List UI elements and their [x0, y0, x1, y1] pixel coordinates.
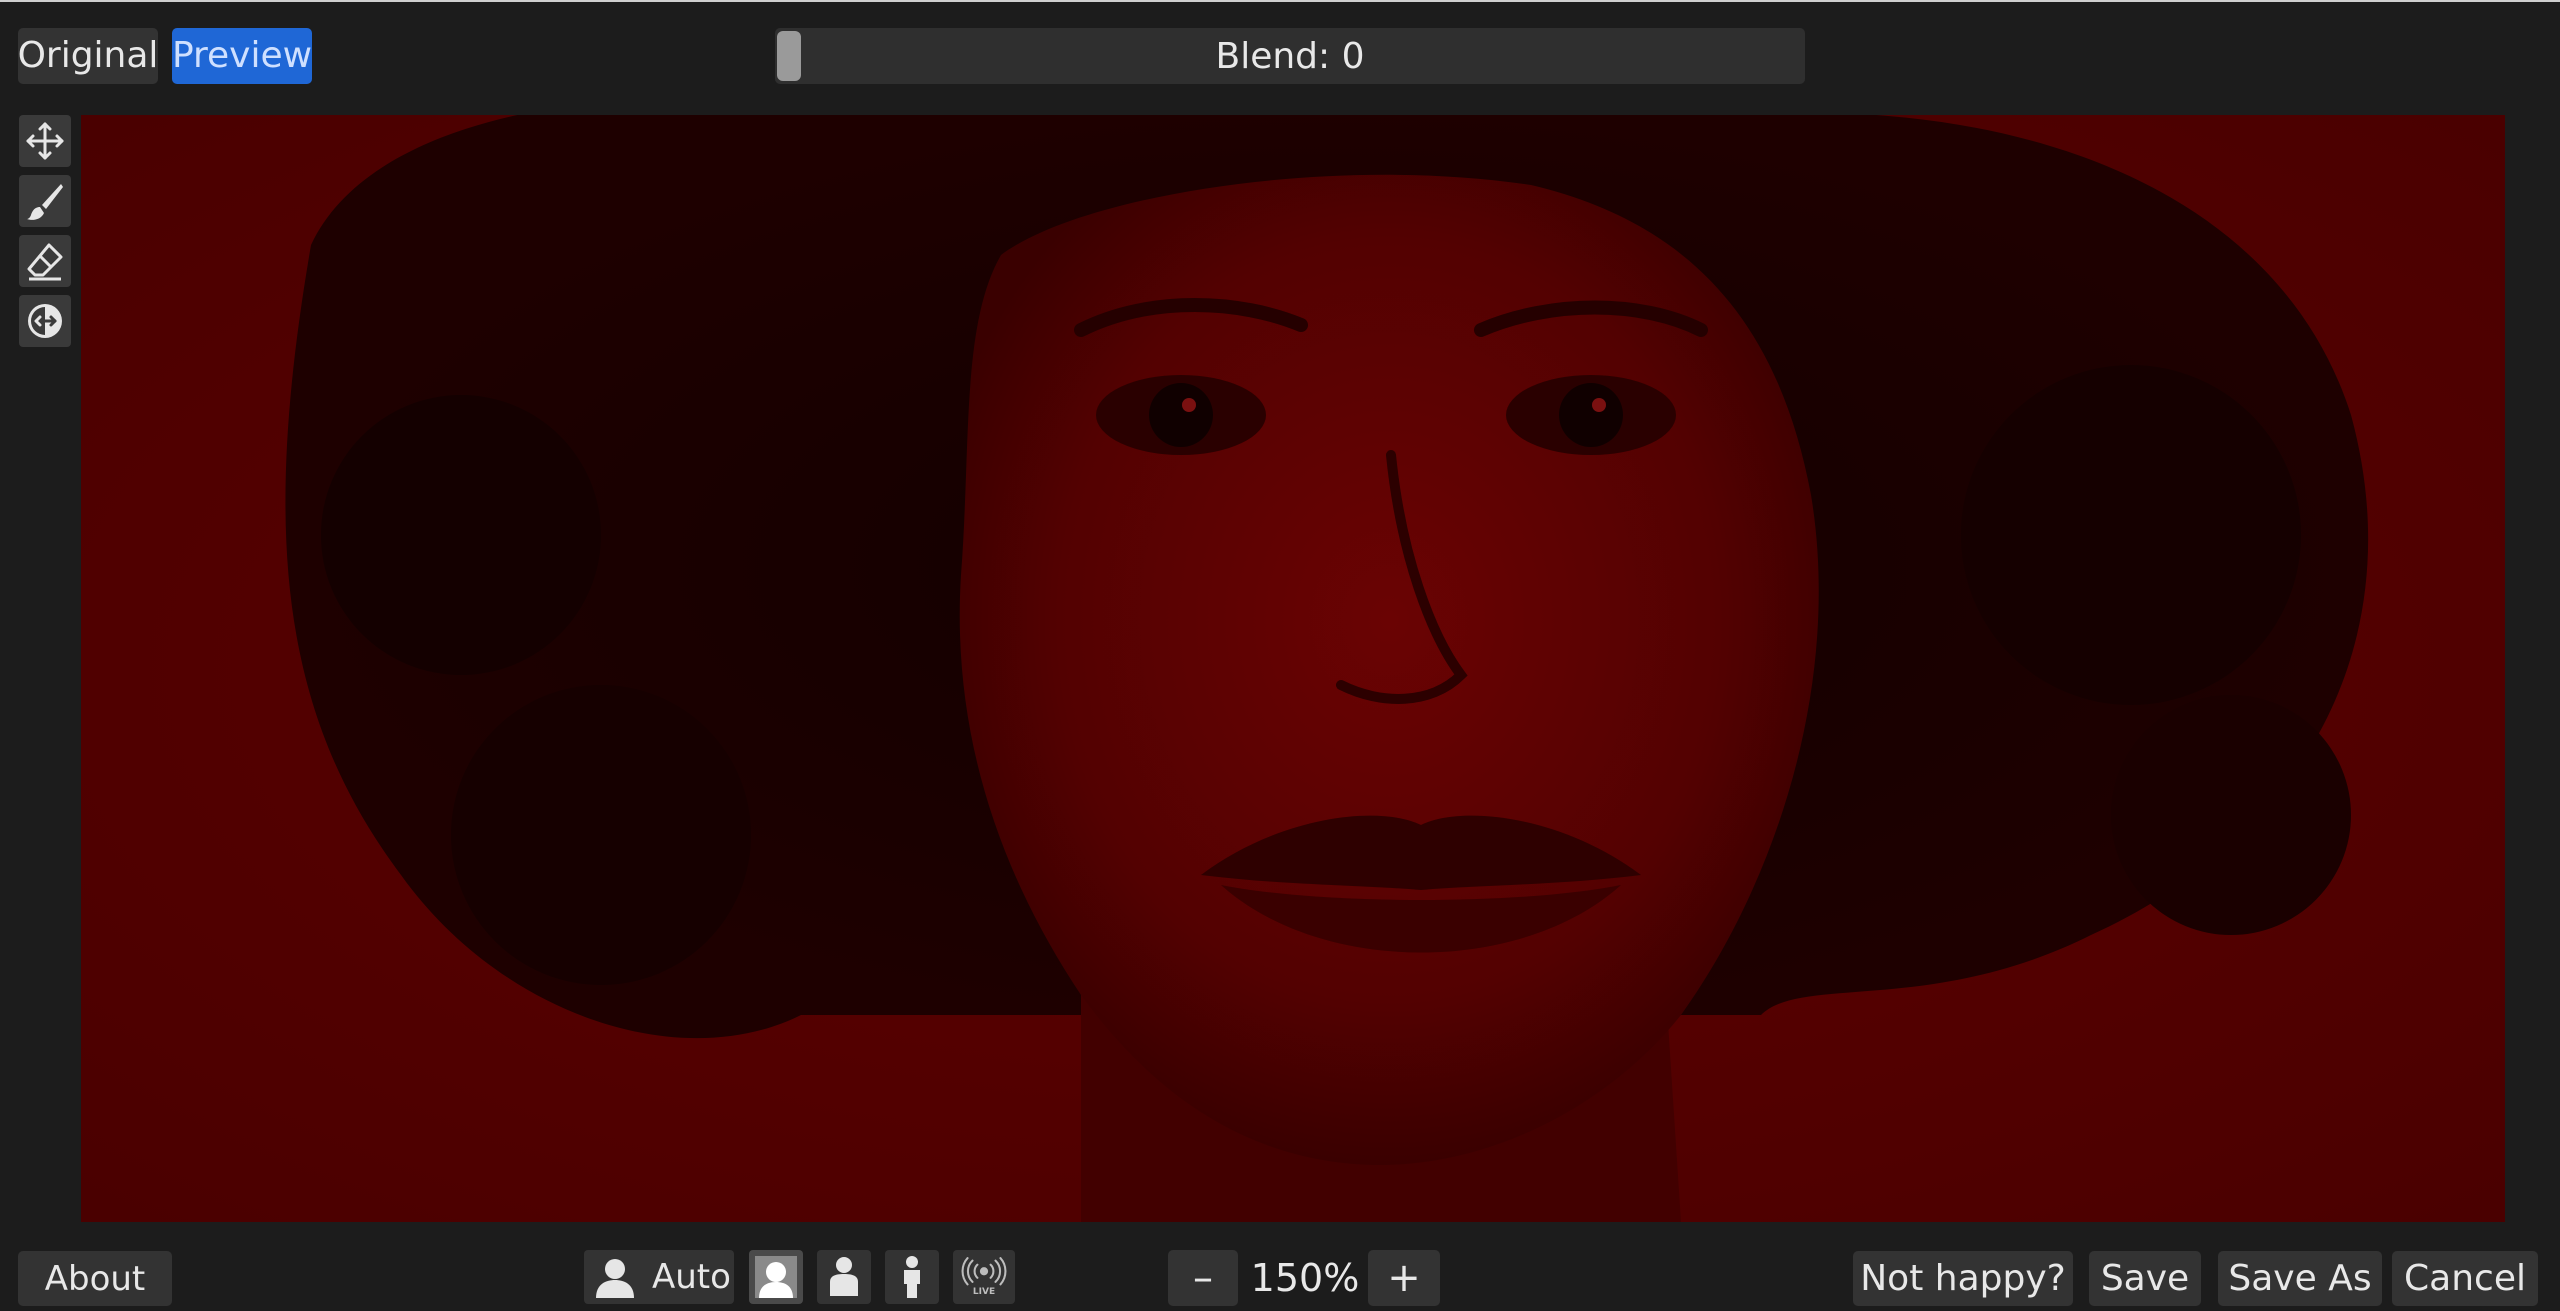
preview-view-button[interactable]: Preview — [172, 28, 312, 84]
move-tool-button[interactable] — [19, 115, 71, 167]
reset-circle-icon — [28, 304, 62, 338]
auto-detect-button[interactable]: Auto — [584, 1250, 734, 1304]
face-portrait-icon — [755, 1256, 797, 1298]
blend-slider[interactable]: Blend: 0 — [775, 28, 1805, 84]
cancel-button[interactable]: Cancel — [2392, 1251, 2538, 1306]
brush-tool-button[interactable] — [19, 175, 71, 227]
bust-mode-button[interactable] — [817, 1250, 871, 1304]
image-canvas[interactable] — [81, 115, 2505, 1222]
live-label: LIVE — [973, 1287, 995, 1297]
save-as-button[interactable]: Save As — [2218, 1251, 2382, 1306]
eraser-icon — [27, 243, 63, 281]
auto-detect-label: Auto — [652, 1257, 731, 1297]
person-icon — [596, 1259, 634, 1298]
zoom-level: 150% — [1250, 1256, 1360, 1300]
blend-label: Blend: 0 — [1215, 35, 1365, 77]
move-arrows-icon — [26, 122, 64, 160]
reset-tool-button[interactable] — [19, 295, 71, 347]
full-body-icon — [904, 1256, 920, 1298]
original-view-button[interactable]: Original — [18, 28, 158, 84]
live-broadcast-icon: LIVE — [961, 1257, 1007, 1297]
zoom-out-button[interactable]: – — [1168, 1250, 1238, 1306]
face-mode-button[interactable] — [749, 1250, 803, 1304]
eraser-tool-button[interactable] — [19, 235, 71, 287]
bust-icon — [830, 1257, 858, 1296]
about-button[interactable]: About — [18, 1251, 172, 1306]
portrait-photo — [81, 115, 2505, 1222]
live-mode-button[interactable]: LIVE — [953, 1250, 1015, 1304]
brush-icon — [27, 184, 63, 220]
zoom-in-button[interactable]: + — [1368, 1250, 1440, 1306]
save-button[interactable]: Save — [2089, 1251, 2201, 1306]
not-happy-button[interactable]: Not happy? — [1853, 1251, 2073, 1306]
full-body-mode-button[interactable] — [885, 1250, 939, 1304]
photo-editor-window: Original Preview Blend: 0 About Auto LIV… — [0, 0, 2560, 1311]
